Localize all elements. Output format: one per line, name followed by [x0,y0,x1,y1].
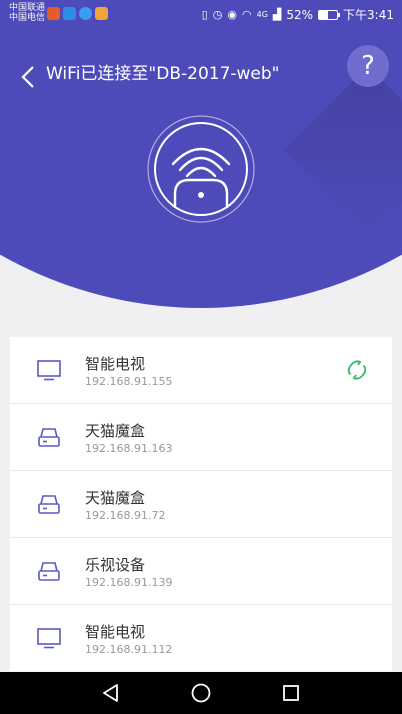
device-ip: 192.168.91.112 [85,643,173,656]
carrier-labels: 中国联通 中国电信 [9,3,45,23]
tv-icon [37,360,61,381]
device-ip: 192.168.91.139 [85,576,173,589]
navigation-bar [0,672,402,714]
battery-percent: 52% [286,7,314,22]
battery-fill [319,10,329,19]
notification-app-icon [79,7,92,20]
back-triangle-icon[interactable] [99,681,123,705]
notification-app-icon [63,7,76,20]
device-ip: 192.168.91.163 [85,442,173,455]
signal-icon: ▟ [272,8,282,21]
chevron-left-icon[interactable] [18,64,40,90]
network-type-label: 4G [256,10,268,19]
help-button[interactable]: ? [347,45,389,87]
eye-icon: ◉ [227,8,237,21]
device-row[interactable]: 天猫魔盒 192.168.91.163 [10,404,392,471]
wifi-router-icon [147,115,255,223]
vibrate-icon: ▯ [201,8,208,21]
status-indicators: ▯ ◷ ◉ ◠ 4G ▟ 52% 下午3:41 [202,6,394,23]
device-row[interactable]: 智能电视 192.168.91.155 [10,337,392,404]
device-row[interactable]: 天猫魔盒 192.168.91.72 [10,471,392,538]
device-ip: 192.168.91.72 [85,509,166,522]
battery-icon [318,9,341,20]
device-row[interactable]: 智能电视 192.168.91.112 [10,605,392,671]
page-title: WiFi已连接至"DB-2017-web" [46,64,280,84]
recents-square-icon[interactable] [279,681,303,705]
set-top-box-icon [38,428,60,447]
carrier-1: 中国联通 [9,3,46,13]
home-circle-icon[interactable] [189,681,213,705]
device-name: 天猫魔盒 [85,489,146,507]
carrier-2: 中国电信 [9,13,46,23]
notification-app-icon [95,7,108,20]
device-ip: 192.168.91.155 [85,375,173,388]
header-banner: WiFi已连接至"DB-2017-web" ? [0,28,402,308]
status-bar: 中国联通 中国电信 ▯ ◷ ◉ ◠ 4G ▟ 52% 下午3:41 [0,0,402,28]
link-icon [347,360,367,380]
set-top-box-icon [38,562,60,581]
clock: 下午3:41 [343,8,394,22]
device-name: 智能电视 [85,623,146,641]
wifi-icon: ◠ [242,8,252,21]
device-name: 智能电视 [85,355,146,373]
device-name: 乐视设备 [85,556,146,574]
set-top-box-icon [38,495,60,514]
device-row[interactable]: 乐视设备 192.168.91.139 [10,538,392,605]
tv-icon [37,628,61,649]
alarm-icon: ◷ [212,8,223,21]
notification-app-icon [47,7,60,20]
device-list: 智能电视 192.168.91.155 天猫魔盒 192.168.91.163 … [10,337,392,671]
device-name: 天猫魔盒 [85,422,146,440]
notification-icons [47,7,108,20]
